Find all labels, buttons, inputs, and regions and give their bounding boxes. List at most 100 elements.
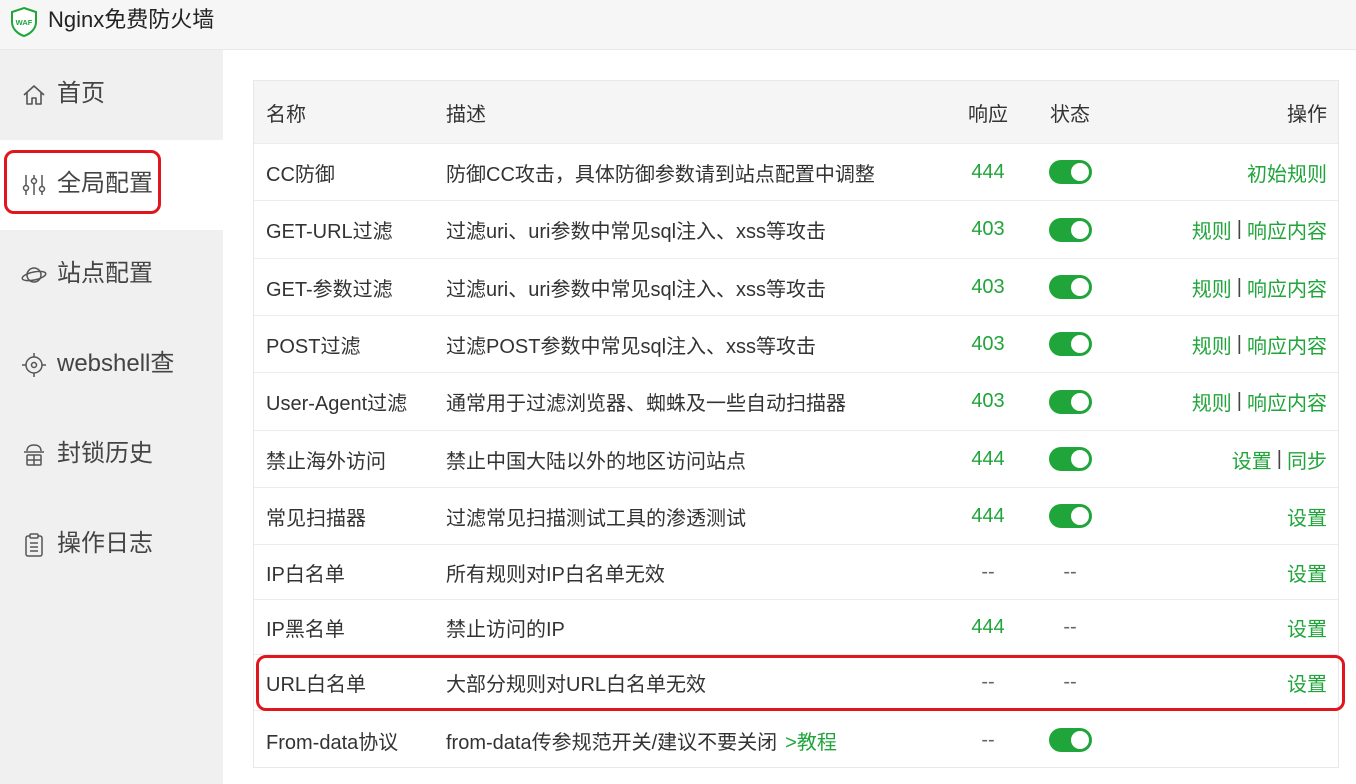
rule-name: POST过滤 <box>266 335 361 358</box>
sidebar-item-home[interactable]: 首页 <box>0 50 223 140</box>
rule-description: 防御CC攻击，具体防御参数请到站点配置中调整 <box>446 144 875 200</box>
operation-link[interactable]: 设置 <box>1287 502 1327 531</box>
response-code-value: -- <box>981 560 995 583</box>
header-name: 名称 <box>266 103 306 126</box>
separator: | <box>1236 275 1242 298</box>
response-code: 444 <box>954 144 1022 200</box>
tutorial-link[interactable]: >教程 <box>785 726 837 755</box>
operations: 规则 | 响应内容 <box>1192 201 1327 258</box>
operation-link[interactable]: 规则 <box>1192 273 1232 302</box>
table-row: 禁止海外访问 禁止中国大陆以外的地区访问站点 444 设置 | 同步 <box>254 431 1338 488</box>
rule-name: IP白名单 <box>266 563 345 586</box>
status-toggle[interactable] <box>1048 447 1092 471</box>
table-row: 常见扫描器 过滤常见扫描测试工具的渗透测试 444 设置 <box>254 488 1338 545</box>
rule-name: CC防御 <box>266 163 335 186</box>
status-none: -- <box>1063 671 1077 693</box>
separator: | <box>1236 332 1242 355</box>
status-toggle[interactable] <box>1048 389 1092 414</box>
rule-description: 大部分规则对URL白名单无效 <box>446 655 706 710</box>
operation-link[interactable]: 设置 <box>1287 558 1327 587</box>
table-row: CC防御 防御CC攻击，具体防御参数请到站点配置中调整 444 初始规则 <box>254 144 1338 201</box>
operation-link[interactable]: 设置 <box>1287 668 1327 697</box>
header-ops: 操作 <box>1287 103 1327 126</box>
sidebar-item-global-config[interactable]: 全局配置 <box>0 140 223 230</box>
operation-link[interactable]: 响应内容 <box>1247 215 1327 244</box>
sidebar-item-operation-log[interactable]: 操作日志 <box>0 500 223 590</box>
response-code-value: -- <box>981 671 995 693</box>
response-code-value: 444 <box>971 447 1005 470</box>
rule-description-text: 防御CC攻击，具体防御参数请到站点配置中调整 <box>446 163 875 186</box>
operations: 规则 | 响应内容 <box>1192 316 1327 372</box>
status-cell <box>1032 373 1108 430</box>
toggle-knob <box>1070 163 1089 181</box>
rule-description: 过滤uri、uri参数中常见sql注入、xss等攻击 <box>446 201 826 258</box>
operation-link[interactable]: 设置 <box>1287 613 1327 642</box>
status-toggle[interactable] <box>1048 332 1092 356</box>
rule-name: URL白名单 <box>266 674 367 696</box>
table-row: GET-参数过滤 过滤uri、uri参数中常见sql注入、xss等攻击 403 规则 |… <box>254 259 1338 316</box>
sidebar-item-label: 封锁历史 <box>57 440 153 467</box>
sidebar-item-label: 全局配置 <box>57 170 153 197</box>
rule-description-text: 禁止中国大陆以外的地区访问站点 <box>446 450 746 473</box>
rule-description-text: 大部分规则对URL白名单无效 <box>446 674 707 696</box>
sidebar-item-block-history[interactable]: 封锁历史 <box>0 410 223 500</box>
history-icon <box>24 444 44 466</box>
response-code: 444 <box>954 488 1022 544</box>
status-toggle[interactable] <box>1048 160 1092 184</box>
status-cell <box>1032 488 1108 544</box>
rule-description: 禁止访问的IP <box>446 600 565 654</box>
response-code: 444 <box>954 600 1022 654</box>
operation-link[interactable]: 响应内容 <box>1247 330 1327 359</box>
response-code-value: 403 <box>971 218 1005 240</box>
operations: 设置 <box>1287 655 1327 710</box>
table-row: IP黑名单 禁止访问的IP 444 -- 设置 <box>254 600 1338 655</box>
table-row: From-data协议 from-data传参规范开关/建议不要关闭 >教程 -- <box>254 711 1338 769</box>
operation-link[interactable]: 响应内容 <box>1247 387 1327 416</box>
rule-description-text: 禁止访问的IP <box>446 618 565 641</box>
status-cell <box>1032 316 1108 372</box>
operation-link[interactable]: 响应内容 <box>1247 273 1327 302</box>
response-code-value: 403 <box>971 390 1005 412</box>
rule-name: User-Agent过滤 <box>266 393 408 415</box>
sliders-icon <box>22 175 46 195</box>
rule-name: From-data协议 <box>266 731 399 754</box>
sidebar-item-site-config[interactable]: 站点配置 <box>0 230 223 320</box>
status-cell <box>1032 259 1108 315</box>
sidebar-item-webshell[interactable]: webshell查 <box>0 320 223 410</box>
sidebar-item-label: 操作日志 <box>57 530 153 557</box>
table-row: GET-URL过滤 过滤uri、uri参数中常见sql注入、xss等攻击 403 规则… <box>254 201 1338 259</box>
status-cell: -- <box>1032 655 1108 710</box>
operation-link[interactable]: 设置 <box>1232 445 1272 474</box>
operations: 设置 <box>1287 545 1327 599</box>
table-header-row: 名称 描述 响应 状态 操作 <box>254 81 1338 144</box>
toggle-knob <box>1070 392 1089 411</box>
title-bar: WAF Nginx免费防火墙 <box>0 0 1356 50</box>
status-toggle[interactable] <box>1048 728 1092 752</box>
status-toggle[interactable] <box>1048 217 1092 242</box>
operation-link[interactable]: 初始规则 <box>1247 158 1327 187</box>
rule-description: 过滤POST参数中常见sql注入、xss等攻击 <box>446 316 816 372</box>
sidebar-item-label: 站点配置 <box>57 260 153 287</box>
operation-link[interactable]: 规则 <box>1192 387 1232 416</box>
operation-link[interactable]: 规则 <box>1192 330 1232 359</box>
operation-link[interactable]: 同步 <box>1287 445 1327 474</box>
status-toggle[interactable] <box>1048 504 1092 528</box>
home-icon <box>23 85 45 105</box>
response-code-value: -- <box>981 728 995 751</box>
status-cell <box>1032 431 1108 487</box>
rule-description: 所有规则对IP白名单无效 <box>446 545 665 599</box>
sidebar: 首页 全局配置 站点配置 webshell查 封锁历史 操作日志 <box>0 50 223 784</box>
planet-icon <box>21 267 47 283</box>
response-code: -- <box>954 545 1022 599</box>
response-code-value: 403 <box>971 332 1005 355</box>
app-title: Nginx免费防火墙 <box>48 7 215 32</box>
operation-link[interactable]: 规则 <box>1192 215 1232 244</box>
sidebar-item-label: webshell查 <box>57 350 175 377</box>
response-code-value: 403 <box>971 275 1005 298</box>
status-none: -- <box>1063 615 1077 638</box>
operations: 规则 | 响应内容 <box>1192 259 1327 315</box>
status-none: -- <box>1063 560 1077 583</box>
status-toggle[interactable] <box>1048 275 1092 299</box>
separator: | <box>1236 218 1242 240</box>
rule-description-text: 过滤常见扫描测试工具的渗透测试 <box>446 507 746 530</box>
